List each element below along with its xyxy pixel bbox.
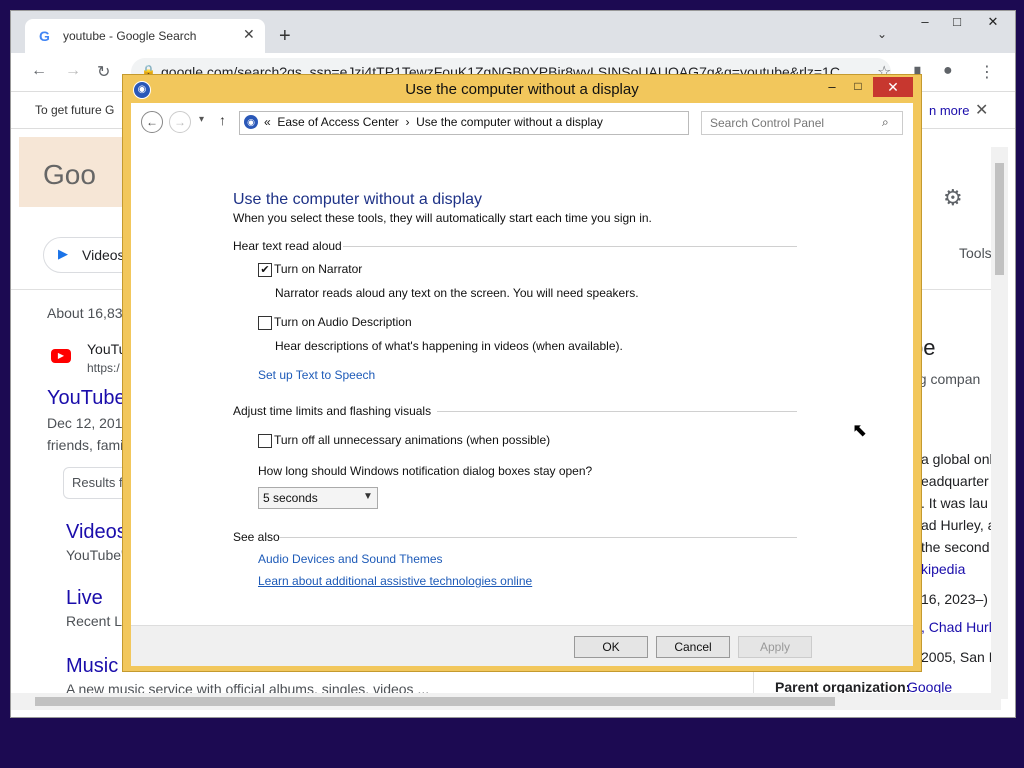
reload-icon[interactable]: ↻ [97,62,110,82]
kp-date: 16, 2023–) [921,591,988,607]
dialog-body: Use the computer without a display When … [131,141,913,625]
notification-duration-value: 5 seconds [263,491,318,505]
text-to-speech-link[interactable]: Set up Text to Speech [258,368,375,382]
horizontal-scroll-thumb[interactable] [35,697,835,706]
apply-button[interactable]: Apply [738,636,812,658]
section-time-limits: Adjust time limits and flashing visuals [233,404,432,418]
animations-checkbox[interactable] [258,434,272,448]
result-title-link[interactable]: YouTube [47,387,126,410]
minimize-button[interactable]: – [819,79,845,97]
forward-arrow-icon[interactable]: → [169,111,191,133]
narrator-label[interactable]: Turn on Narrator [274,262,362,276]
narrator-description: Narrator reads aloud any text on the scr… [275,286,639,300]
window-content: ← → ▾ ↑ ◉ « Ease of Access Center › Use … [131,103,913,666]
sitelink-music[interactable]: Music [66,655,118,678]
dialog-footer: OK Cancel Apply [131,625,913,666]
control-panel-window: ◉ Use the computer without a display – □… [122,74,922,672]
divider [343,246,797,247]
maximize-button[interactable]: □ [845,79,871,97]
browser-tab[interactable]: G youtube - Google Search ✕ [25,19,265,53]
page-subtitle: When you select these tools, they will a… [233,211,652,225]
chevron-down-icon: ▼ [363,491,373,502]
control-panel-icon: ◉ [244,115,258,129]
audio-description-label[interactable]: Turn on Audio Description [274,315,412,329]
kp-founded: 2005, San M [921,649,1001,665]
audio-description-desc: Hear descriptions of what's happening in… [275,339,623,353]
cancel-button[interactable]: Cancel [656,636,730,658]
google-favicon-icon: G [39,28,50,44]
horizontal-scrollbar[interactable] [11,693,1001,710]
result-url: https:/ [87,361,120,375]
sitelink-videos[interactable]: Videos [66,521,127,544]
up-arrow-icon[interactable]: ↑ [219,112,226,128]
profile-avatar-icon[interactable]: ● [943,62,953,80]
audio-devices-link[interactable]: Audio Devices and Sound Themes [258,552,443,566]
search-input[interactable]: Search Control Panel ⌕ [701,111,903,135]
navigation-bar: ← → ▾ ↑ ◉ « Ease of Access Center › Use … [131,103,913,141]
back-icon[interactable]: ← [31,62,47,80]
ok-button[interactable]: OK [574,636,648,658]
kp-line-1: a global onl [921,451,993,467]
breadcrumb: « Ease of Access Center › Use the comput… [264,115,603,129]
animations-label[interactable]: Turn off all unnecessary animations (whe… [274,433,550,447]
assistive-tech-link[interactable]: Learn about additional assistive technol… [258,574,532,588]
google-logo-text: Goo [43,159,96,190]
kp-line-2: eadquarter [921,473,989,489]
section-see-also: See also [233,530,280,544]
result-date: Dec 12, 2011 [47,415,130,431]
menu-icon[interactable]: ⋮ [979,62,995,82]
audio-description-checkbox[interactable] [258,316,272,330]
tab-title: youtube - Google Search [63,29,197,43]
result-site-name: YouTu [87,341,127,357]
google-doodle[interactable]: Goo [19,137,131,207]
address-bar[interactable]: ◉ « Ease of Access Center › Use the comp… [239,111,785,135]
search-placeholder: Search Control Panel [710,116,825,130]
forward-icon[interactable]: → [65,62,81,80]
sitelink-live[interactable]: Live [66,587,103,610]
divider [437,411,797,412]
window-title: Use the computer without a display [405,81,639,98]
new-tab-icon[interactable]: + [279,25,291,48]
close-button[interactable]: ✕ [873,77,913,97]
breadcrumb-parent[interactable]: Ease of Access Center [277,115,398,129]
kp-line-5: the second [921,539,990,555]
results-count: About 16,830 [47,305,131,321]
tab-close-icon[interactable]: ✕ [243,26,255,43]
kp-line-3: . It was lau [921,495,988,511]
mouse-cursor-icon: ⬉ [852,420,868,440]
play-icon: ▶ [58,246,68,261]
section-hear-text: Hear text read aloud [233,239,342,253]
tab-strip: G youtube - Google Search ✕ + ⌄ – □ ✕ [11,11,1015,53]
page-title: Use the computer without a display [233,191,483,208]
sitelink-videos-desc: YouTube' [66,547,124,563]
breadcrumb-current[interactable]: Use the computer without a display [416,115,603,129]
youtube-logo-icon: ▶ [51,349,71,363]
settings-gear-icon[interactable]: ⚙ [943,185,963,211]
kp-line-4: ad Hurley, a [921,517,996,533]
wikipedia-link[interactable]: kipedia [921,561,965,577]
divider [279,537,797,538]
breadcrumb-prefix[interactable]: « [264,115,271,129]
close-icon[interactable]: ✕ [975,100,988,120]
close-button[interactable]: ✕ [971,11,1015,35]
recent-pages-icon[interactable]: ▾ [199,114,204,125]
tools-button[interactable]: Tools [959,245,992,261]
notification-question: How long should Windows notification dia… [258,464,593,478]
info-bar-text: To get future G [35,103,115,117]
breadcrumb-separator: › [405,115,410,129]
search-icon[interactable]: ⌕ [882,115,889,130]
learn-more-link[interactable]: n more [929,103,969,118]
kp-founders[interactable]: , Chad Hurl [921,619,992,635]
videos-chip-label: Videos [82,247,125,263]
vertical-scroll-thumb[interactable] [995,163,1004,275]
notification-duration-select[interactable]: 5 seconds ▼ [258,487,378,509]
narrator-checkbox[interactable]: ✔ [258,263,272,277]
chevron-down-icon[interactable]: ⌄ [877,27,887,41]
title-bar: ◉ Use the computer without a display – □… [123,75,921,103]
vertical-scrollbar[interactable] [991,147,1008,699]
result-snippet: friends, fami [47,437,124,453]
sitelink-live-desc: Recent Li [66,613,126,629]
back-arrow-icon[interactable]: ← [141,111,163,133]
